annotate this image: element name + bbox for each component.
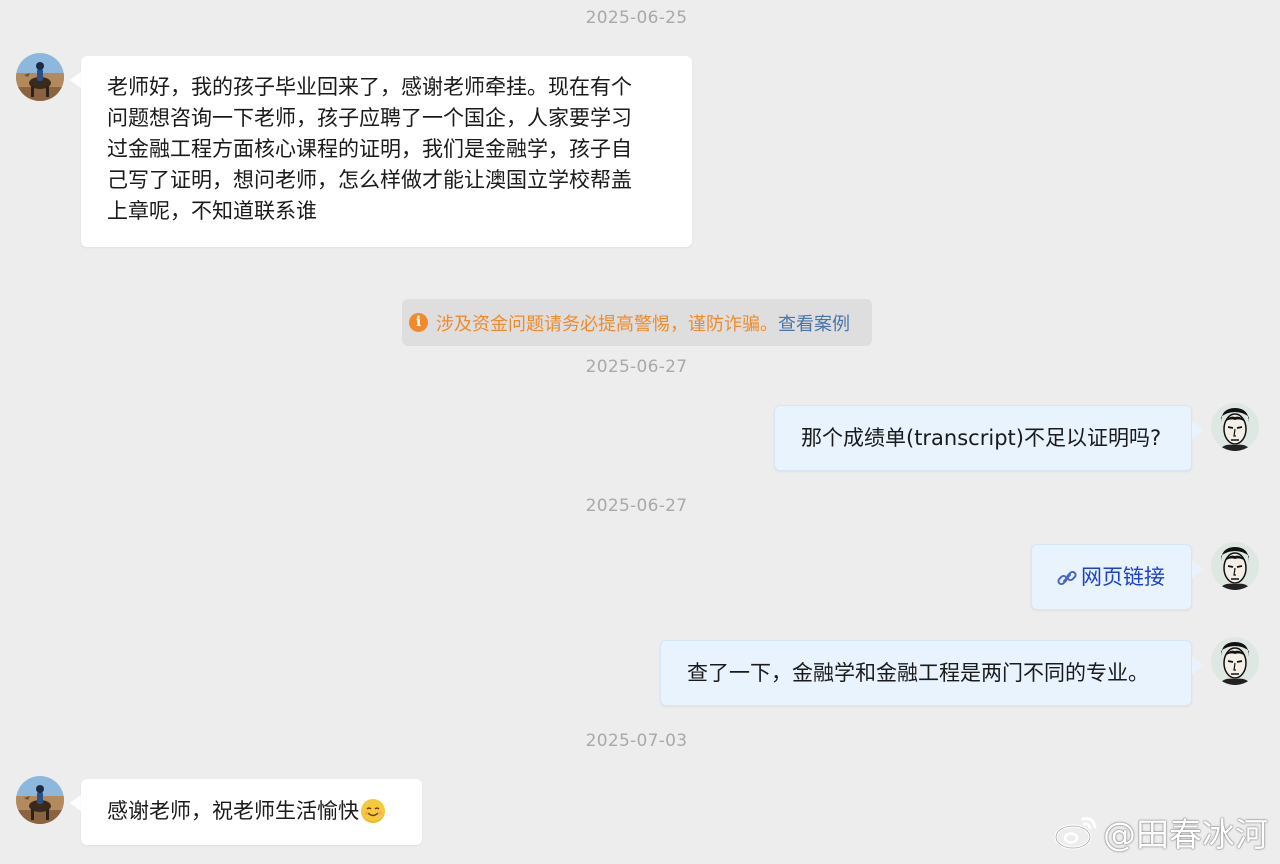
user-avatar[interactable] (1211, 542, 1259, 590)
contact-avatar[interactable] (16, 53, 64, 101)
message-line: 己写了证明，想问老师，怎么样做才能让澳国立学校帮盖 (107, 168, 632, 192)
message-bubble[interactable]: 那个成绩单(transcript)不足以证明吗? (774, 405, 1192, 471)
message-bubble[interactable]: 感谢老师，祝老师生活愉快 (81, 779, 422, 845)
message-text: 那个成绩单(transcript)不足以证明吗? (801, 426, 1162, 450)
watermark-text: @田春冰河 (1103, 815, 1268, 854)
web-link[interactable]: 网页链接 (1081, 562, 1165, 593)
info-icon: i (409, 313, 428, 332)
message-line: 问题想咨询一下老师，孩子应聘了一个国企，人家要学习 (107, 106, 632, 130)
message-line: 上章呢，不知道联系谁 (107, 199, 317, 223)
smile-emoji-icon (361, 799, 385, 823)
view-cases-link[interactable]: 查看案例 (778, 310, 850, 336)
user-avatar[interactable] (1211, 403, 1259, 451)
user-avatar[interactable] (1211, 637, 1259, 685)
timestamp: 2025-06-27 (585, 357, 688, 377)
link-message-bubble[interactable]: 网页链接 (1031, 544, 1192, 610)
message-bubble[interactable]: 老师好，我的孩子毕业回来了，感谢老师牵挂。现在有个 问题想咨询一下老师，孩子应聘… (81, 56, 692, 247)
fraud-warning: i 涉及资金问题请务必提高警惕，谨防诈骗。 查看案例 (402, 299, 872, 346)
message-bubble[interactable]: 查了一下，金融学和金融工程是两门不同的专业。 (660, 640, 1192, 706)
timestamp: 2025-06-25 (585, 8, 688, 28)
weibo-logo-icon (1053, 813, 1099, 851)
watermark: @田春冰河 (1053, 808, 1268, 856)
message-line: 过金融工程方面核心课程的证明，我们是金融学，孩子自 (107, 137, 632, 161)
message-line: 老师好，我的孩子毕业回来了，感谢老师牵挂。现在有个 (107, 75, 632, 99)
link-icon (1056, 567, 1078, 589)
contact-avatar[interactable] (16, 776, 64, 824)
message-text: 查了一下，金融学和金融工程是两门不同的专业。 (687, 661, 1149, 685)
warning-text: 涉及资金问题请务必提高警惕，谨防诈骗。 (436, 313, 778, 335)
message-text: 感谢老师，祝老师生活愉快 (107, 799, 359, 823)
timestamp: 2025-06-27 (585, 496, 688, 516)
timestamp: 2025-07-03 (585, 731, 688, 751)
